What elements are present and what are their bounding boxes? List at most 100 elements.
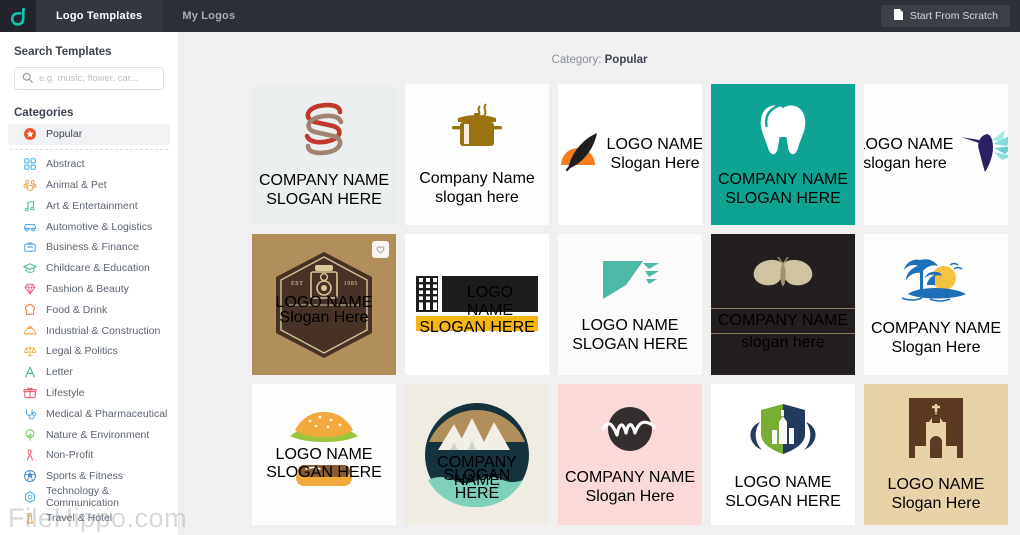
template-card[interactable]: COMPANY NAME Slogan Here [864, 234, 1008, 375]
sidebar-item-animal-pet[interactable]: Animal & Pet [8, 175, 170, 196]
tab-logo-templates[interactable]: Logo Templates [36, 0, 163, 32]
sidebar-item-food-drink[interactable]: Food & Drink [8, 299, 170, 320]
search-templates-heading: Search Templates [14, 46, 112, 58]
top-navigation-bar: Logo Templates My Logos Start From Scrat… [0, 0, 1020, 32]
template-slogan: SLOGAN HERE [266, 190, 382, 208]
sidebar-item-letter[interactable]: Letter [8, 362, 170, 383]
sidebar-item-sports-fitness[interactable]: Sports & Fitness [8, 466, 170, 487]
category-title: Category: Popular [179, 32, 1020, 66]
template-card[interactable]: LOGO NAME Slogan Here [864, 384, 1008, 525]
template-name: LOGO NAME [734, 474, 832, 492]
app-logo[interactable] [0, 0, 36, 32]
template-card[interactable]: COMPANY NAME Slogan Here [558, 384, 702, 525]
start-from-scratch-label: Start From Scratch [909, 10, 998, 22]
category-list: Popular Abstract Animal & Pet Art & Enterta… [0, 124, 178, 528]
template-artwork [750, 256, 816, 300]
template-est-label: EST [291, 280, 304, 287]
tab-my-logos[interactable]: My Logos [162, 0, 255, 32]
search-input[interactable] [39, 73, 171, 84]
template-card[interactable]: LOGO NAME Slogan Here [558, 84, 702, 225]
document-icon [893, 8, 904, 24]
favorite-button[interactable] [372, 241, 389, 258]
sidebar-item-medical-pharmaceutical[interactable]: Medical & Pharmaceutical [8, 403, 170, 424]
template-artwork [957, 128, 1008, 181]
sidebar-item-label: Industrial & Construction [46, 324, 161, 337]
sidebar-item-nature-environment[interactable]: Nature & Environment [8, 424, 170, 445]
template-card[interactable]: COMPANY NAME SLOGAN HERE [252, 84, 396, 225]
template-name: LOGO NAME [606, 136, 702, 154]
sidebar-item-art-entertainment[interactable]: Art & Entertainment [8, 195, 170, 216]
template-card[interactable]: COMPANY NAME SLOGAN HERE [711, 84, 855, 225]
template-slogan: SLOGAN HERE [725, 492, 841, 510]
sidebar-item-label: Childcare & Education [46, 262, 150, 275]
template-artwork: LOGO NAME SLOGAN HERE [416, 275, 538, 336]
sidebar-item-label: Fashion & Beauty [46, 282, 129, 295]
abstract-squares-icon [22, 157, 37, 172]
template-slogan: slogan here [741, 334, 825, 351]
sidebar-item-label: Non-Profit [46, 449, 94, 462]
template-artwork [905, 396, 967, 467]
template-lockup: LOGO NAME Slogan Here [558, 129, 702, 180]
template-slogan: Slogan Here [891, 494, 981, 512]
sidebar-item-lifestyle[interactable]: Lifestyle [8, 383, 170, 404]
template-grid: COMPANY NAME SLOGAN HERE Company Name sloga… [252, 84, 1020, 525]
template-card[interactable]: LOGO NAME SLOGAN HERE [711, 384, 855, 525]
template-artwork: COMPANY NAME SLOGAN HERE [424, 402, 530, 508]
template-card[interactable]: Company Name slogan here [405, 84, 549, 225]
music-note-icon [22, 198, 37, 213]
sidebar-item-abstract[interactable]: Abstract [8, 154, 170, 175]
template-name: LOGO NAME [466, 283, 514, 319]
sidebar-item-label: Technology & Communication [46, 484, 119, 509]
template-lockup: LOGO NAME SLOGAN HERE [266, 408, 382, 501]
template-card[interactable]: LOGO NAME SLOGAN HERE [405, 234, 549, 375]
briefcase-icon [22, 240, 37, 255]
sidebar-item-fashion-beauty[interactable]: Fashion & Beauty [8, 279, 170, 300]
template-slogan: Slogan Here [279, 308, 369, 326]
template-artwork [756, 101, 810, 162]
template-card[interactable]: LOGO NAME SLOGAN HERE [252, 384, 396, 525]
sidebar-item-label: Nature & Environment [46, 428, 150, 441]
template-slogan: slogan here [864, 154, 947, 172]
template-artwork [599, 403, 661, 460]
sidebar-item-label: Medical & Pharmaceutical [46, 407, 168, 420]
sidebar-item-label: Animal & Pet [46, 178, 107, 191]
sidebar: Search Templates Categories Popular Abstr… [0, 32, 179, 535]
start-from-scratch-button[interactable]: Start From Scratch [880, 5, 1010, 27]
sidebar-item-automotive-logistics[interactable]: Automotive & Logistics [8, 216, 170, 237]
template-year-label: 1985 [343, 280, 358, 287]
sidebar-item-travel-hotel[interactable]: Travel & Hotel [8, 507, 170, 528]
template-card[interactable]: COMPANY NAME slogan here [711, 234, 855, 375]
template-name: COMPANY NAME [258, 172, 390, 190]
template-artwork [599, 255, 661, 308]
sidebar-item-business-finance[interactable]: Business & Finance [8, 237, 170, 258]
template-card[interactable]: LOGO NAME slogan here [864, 84, 1008, 225]
sidebar-item-technology-communication[interactable]: Technology & Communication [8, 484, 170, 509]
graduation-cap-icon [22, 261, 37, 276]
gift-icon [22, 385, 37, 400]
sidebar-item-non-profit[interactable]: Non-Profit [8, 445, 170, 466]
sidebar-item-label: Automotive & Logistics [46, 220, 153, 233]
sidebar-item-childcare-education[interactable]: Childcare & Education [8, 258, 170, 279]
paw-icon [22, 177, 37, 192]
sidebar-item-legal-politics[interactable]: Legal & Politics [8, 341, 170, 362]
template-card[interactable]: LOGO NAME Slogan Here EST 1985 [252, 234, 396, 375]
tree-icon [22, 427, 37, 442]
template-slogan: SLOGAN HERE [572, 335, 688, 353]
main-content: Category: Popular COMPANY NAME SLOGAN HER… [179, 32, 1020, 535]
sidebar-item-industrial-construction[interactable]: Industrial & Construction [8, 320, 170, 341]
sidebar-item-label: Travel & Hotel [46, 511, 113, 524]
template-card[interactable]: LOGO NAME SLOGAN HERE [558, 234, 702, 375]
template-card[interactable]: COMPANY NAME SLOGAN HERE [405, 384, 549, 525]
sidebar-item-label: Abstract [46, 158, 85, 171]
car-icon [22, 219, 37, 234]
category-divider [10, 148, 168, 150]
sidebar-item-label: Lifestyle [46, 386, 85, 399]
template-slogan: SLOGAN HERE [443, 466, 511, 502]
category-title-name: Popular [604, 54, 648, 66]
template-name: COMPANY NAME [717, 312, 849, 329]
tab-logo-templates-label: Logo Templates [56, 10, 143, 22]
sidebar-item-popular[interactable]: Popular [8, 124, 170, 145]
search-box[interactable] [14, 67, 171, 90]
template-lockup: LOGO NAME slogan here [864, 128, 1008, 181]
sidebar-item-label: Sports & Fitness [46, 470, 124, 483]
